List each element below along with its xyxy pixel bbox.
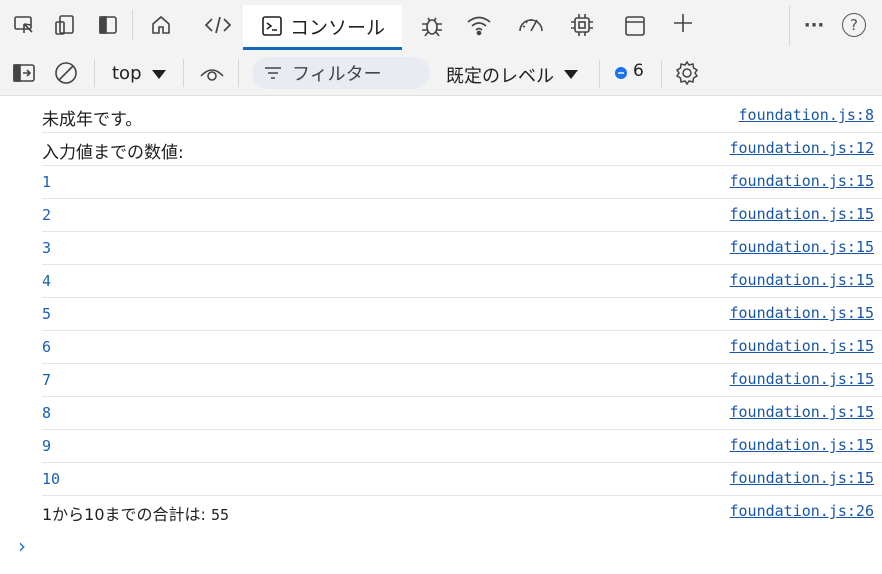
application-window-icon[interactable] <box>622 13 648 39</box>
source-link[interactable]: foundation.js:15 <box>730 403 875 421</box>
settings-gear-icon[interactable] <box>673 59 701 87</box>
tab-console[interactable]: コンソール <box>243 5 402 50</box>
network-wifi-icon[interactable] <box>465 12 493 38</box>
filter-placeholder: フィルター <box>292 64 382 85</box>
log-message: 1から10までの合計は: 55 <box>42 501 229 525</box>
source-link[interactable]: foundation.js:15 <box>730 205 875 223</box>
sources-bug-icon[interactable] <box>418 11 446 39</box>
message-bubble-icon <box>614 66 628 80</box>
performance-gauge-icon[interactable] <box>516 12 546 38</box>
issues-counter[interactable]: 6 <box>612 61 652 85</box>
console-row: 4 foundation.js:15 <box>42 265 882 298</box>
console-row: 9 foundation.js:15 <box>42 430 882 463</box>
log-number: 5 <box>42 305 52 323</box>
tab-console-label: コンソール <box>290 16 386 39</box>
source-link[interactable]: foundation.js:15 <box>730 238 875 256</box>
clear-console-icon[interactable] <box>53 60 79 86</box>
console-icon <box>260 14 284 38</box>
source-link[interactable]: foundation.js:15 <box>730 436 875 454</box>
console-row: 8 foundation.js:15 <box>42 397 882 430</box>
source-link[interactable]: foundation.js:15 <box>730 337 875 355</box>
log-number: 2 <box>42 206 52 224</box>
toolbar-divider-2 <box>183 59 184 87</box>
tabbar-divider <box>132 10 133 40</box>
caret-down-icon <box>150 66 168 82</box>
source-link[interactable]: foundation.js:8 <box>739 106 874 124</box>
toolbar-divider-3 <box>238 59 239 87</box>
tabbar-divider-right <box>789 6 790 46</box>
log-level-dropdown[interactable]: 既定のレベル <box>446 62 582 87</box>
add-tab-icon[interactable] <box>670 10 696 36</box>
more-icon[interactable]: ··· <box>800 12 828 38</box>
source-link[interactable]: foundation.js:15 <box>730 304 875 322</box>
sum-value: 55 <box>211 506 230 524</box>
log-number: 7 <box>42 371 52 389</box>
device-emulation-icon[interactable] <box>52 13 78 37</box>
log-number: 3 <box>42 239 52 257</box>
toolbar-divider-5 <box>661 60 662 88</box>
log-number: 8 <box>42 404 52 422</box>
live-expression-eye-icon[interactable] <box>198 62 226 84</box>
log-number: 9 <box>42 437 52 455</box>
toolbar-divider-4 <box>599 60 600 88</box>
source-link[interactable]: foundation.js:15 <box>730 370 875 388</box>
log-number: 6 <box>42 338 52 356</box>
console-row: 2 foundation.js:15 <box>42 199 882 232</box>
inspect-icon[interactable] <box>12 13 36 37</box>
filter-icon <box>264 64 282 82</box>
console-row: 10 foundation.js:15 <box>42 463 882 496</box>
filter-input[interactable]: フィルター <box>252 57 430 89</box>
toggle-sidebar-icon[interactable] <box>12 62 36 84</box>
help-icon[interactable]: ? <box>842 13 866 37</box>
log-number: 4 <box>42 272 52 290</box>
console-row: 1 foundation.js:15 <box>42 166 882 199</box>
source-link[interactable]: foundation.js:12 <box>730 139 875 157</box>
elements-icon[interactable] <box>202 12 234 38</box>
toolbar-divider-1 <box>94 59 95 87</box>
source-link[interactable]: foundation.js:15 <box>730 172 875 190</box>
console-prompt-chevron-icon[interactable]: › <box>18 534 26 558</box>
log-number: 10 <box>42 470 61 488</box>
source-link[interactable]: foundation.js:15 <box>730 271 875 289</box>
console-row: 入力値までの数値: foundation.js:12 <box>42 133 882 166</box>
issues-count: 6 <box>633 61 644 81</box>
console-row: 6 foundation.js:15 <box>42 331 882 364</box>
console-row: 3 foundation.js:15 <box>42 232 882 265</box>
log-level-label: 既定のレベル <box>446 66 554 87</box>
sum-message-text: 1から10までの合計は: <box>42 505 206 524</box>
console-toolbar: top <box>0 50 882 96</box>
context-selector[interactable]: top <box>112 62 170 86</box>
log-number: 1 <box>42 173 52 191</box>
log-message: 入力値までの数値: <box>42 143 184 163</box>
devtools-tab-bar: コンソール ··· ? <box>0 0 882 50</box>
console-row: 未成年です。 foundation.js:8 <box>42 100 882 133</box>
log-message: 未成年です。 <box>42 110 143 130</box>
console-row: 1から10までの合計は: 55 foundation.js:26 <box>42 496 882 529</box>
source-link[interactable]: foundation.js:15 <box>730 469 875 487</box>
dock-icon[interactable] <box>96 13 120 37</box>
source-link[interactable]: foundation.js:26 <box>730 502 875 520</box>
console-row: 7 foundation.js:15 <box>42 364 882 397</box>
context-selector-label: top <box>112 63 142 84</box>
caret-down-icon <box>562 66 580 82</box>
memory-chip-icon[interactable] <box>568 11 596 39</box>
welcome-home-icon[interactable] <box>148 12 174 38</box>
console-row: 5 foundation.js:15 <box>42 298 882 331</box>
